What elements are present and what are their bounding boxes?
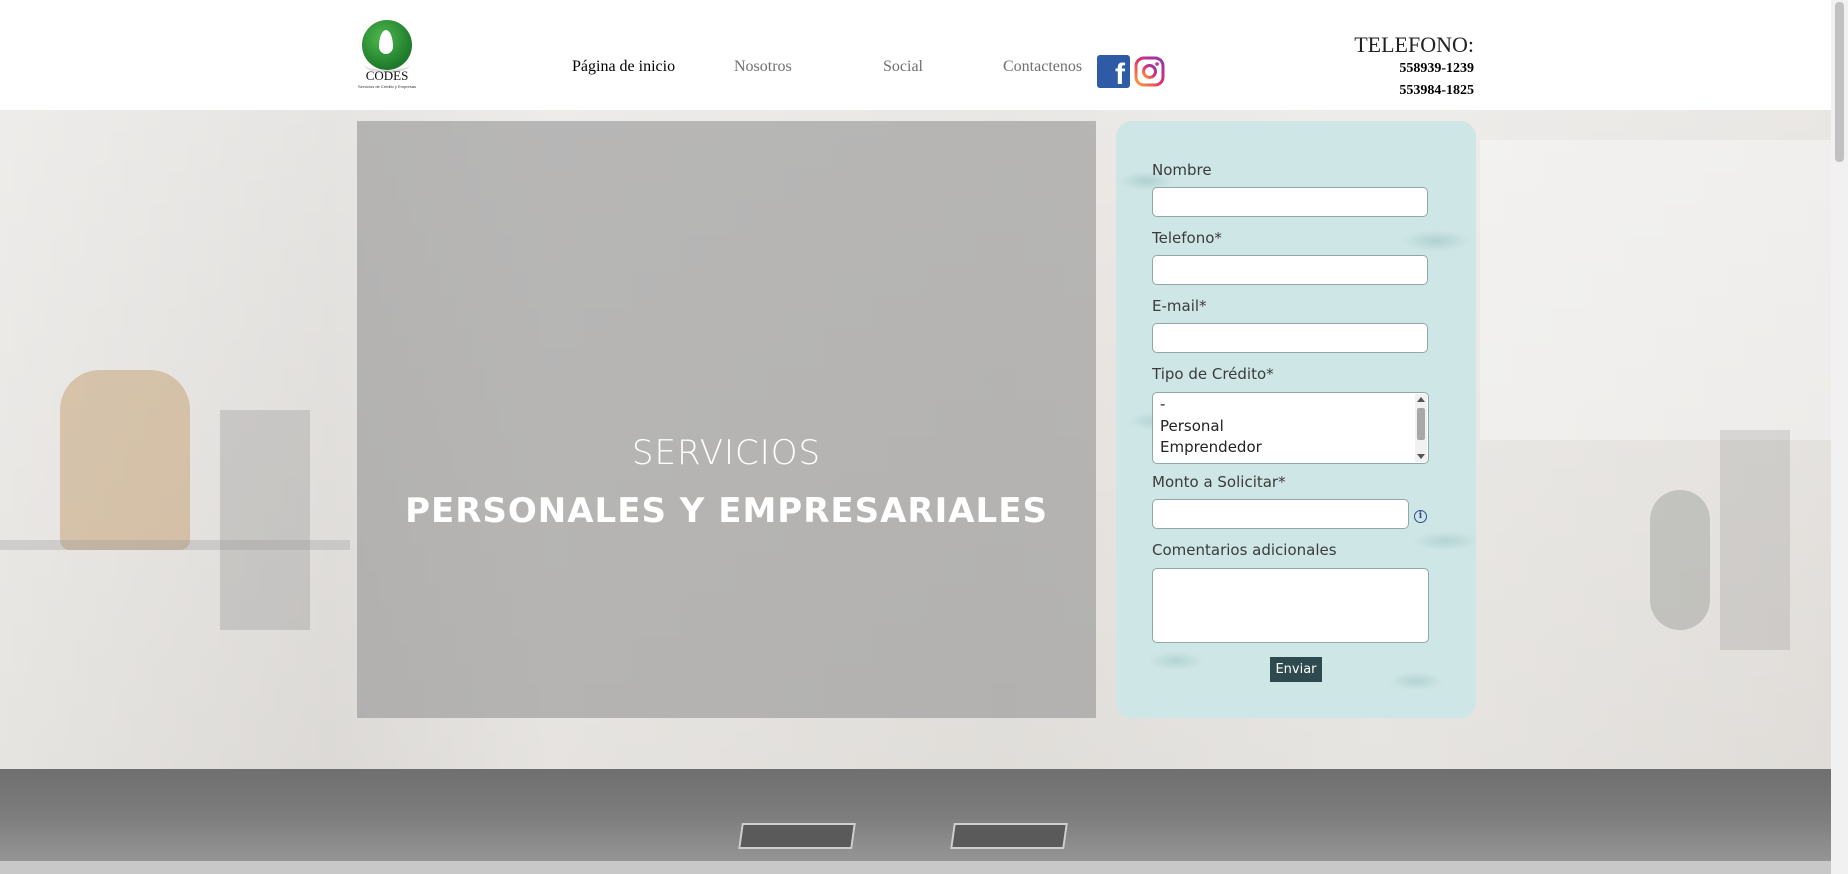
facebook-icon[interactable]: f [1097, 55, 1130, 90]
services-banner: SERVICIOS PERSONALES Y EMPRESARIALES [357, 121, 1096, 718]
scroll-up-icon[interactable] [1417, 397, 1425, 402]
lower-section [0, 769, 1831, 874]
phone-label: Telefono* [1152, 229, 1222, 247]
amount-input[interactable] [1152, 499, 1409, 529]
credit-option[interactable]: - [1160, 395, 1165, 413]
site-header: CODES Servicios de Crédito y Empresas Pá… [0, 0, 1831, 110]
phone-number-1: 558939-1239 [1399, 61, 1474, 76]
credit-type-select[interactable]: - Personal Emprendedor [1152, 392, 1429, 464]
logo-tagline: Servicios de Crédito y Empresas [357, 84, 417, 89]
info-icon[interactable]: i [1414, 510, 1427, 523]
banner-subheading: PERSONALES Y EMPRESARIALES [405, 491, 1048, 531]
contact-form: Nombre Telefono* E-mail* Tipo de Crédito… [1116, 121, 1476, 718]
page-scrollbar[interactable] [1831, 0, 1848, 874]
nav-link-social[interactable]: Social [883, 58, 923, 76]
nav-link-nosotros[interactable]: Nosotros [734, 58, 792, 76]
comments-textarea[interactable] [1152, 568, 1429, 643]
credit-option[interactable]: Personal [1160, 417, 1224, 435]
credit-option[interactable]: Emprendedor [1160, 438, 1262, 456]
logo-name: CODES [365, 68, 409, 83]
banner-heading: SERVICIOS [631, 433, 822, 473]
scroll-down-icon[interactable] [1417, 454, 1425, 459]
name-input[interactable] [1152, 187, 1428, 217]
amount-label: Monto a Solicitar* [1152, 473, 1286, 491]
listbox-scrollbar[interactable] [1415, 394, 1427, 462]
phone-number-2: 553984-1825 [1399, 83, 1474, 98]
name-label: Nombre [1152, 161, 1212, 179]
nav-link-home[interactable]: Página de inicio [572, 58, 675, 76]
instagram-icon[interactable] [1133, 55, 1166, 88]
comments-label: Comentarios adicionales [1152, 541, 1337, 559]
nav-link-contactenos[interactable]: Contactenos [1003, 58, 1082, 76]
phone-title: TELEFONO: [1354, 32, 1474, 57]
phone-input[interactable] [1152, 255, 1428, 285]
codes-logo[interactable]: CODES Servicios de Crédito y Empresas [352, 18, 422, 94]
submit-button[interactable]: Enviar [1270, 657, 1322, 682]
email-label: E-mail* [1152, 297, 1207, 315]
scrollbar-thumb[interactable] [1835, 2, 1844, 162]
credit-type-label: Tipo de Crédito* [1152, 365, 1274, 383]
email-input[interactable] [1152, 323, 1428, 353]
